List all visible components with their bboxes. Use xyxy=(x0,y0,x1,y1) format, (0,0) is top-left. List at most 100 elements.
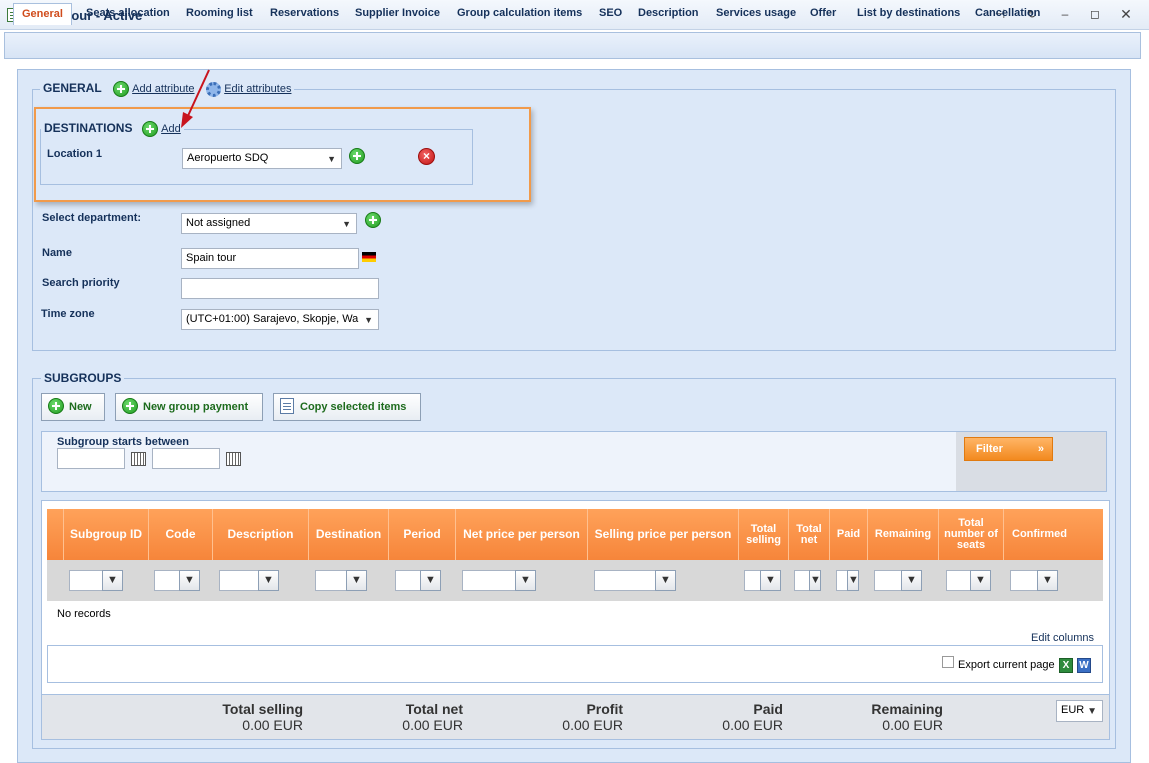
grid-filter-row xyxy=(47,560,1103,601)
general-title: GENERAL xyxy=(43,81,102,96)
language-flag-icon[interactable] xyxy=(362,252,376,262)
tab-reservations[interactable]: Reservations xyxy=(262,3,347,25)
tab-rooming-list[interactable]: Rooming list xyxy=(178,3,261,25)
total-net-value: 0.00 EUR xyxy=(402,717,463,733)
col-remaining[interactable]: Remaining xyxy=(867,509,938,560)
filter-input-net-price[interactable] xyxy=(462,570,516,591)
col-subgroup-id[interactable]: Subgroup ID xyxy=(63,509,148,560)
filter-input-total-net[interactable] xyxy=(794,570,810,591)
filter-input-remaining[interactable] xyxy=(874,570,902,591)
start-date-from-input[interactable] xyxy=(57,448,125,469)
tab-seats-allocation[interactable]: Seats allocation xyxy=(78,3,178,25)
filter-funnel-icon[interactable]: ▼ xyxy=(420,570,441,591)
filter-funnel-icon[interactable]: ▼ xyxy=(515,570,536,591)
calendar-icon[interactable] xyxy=(226,452,241,466)
maximize-icon[interactable]: ◻ xyxy=(1087,6,1103,22)
new-group-payment-label: New group payment xyxy=(143,401,249,413)
col-selling-price[interactable]: Selling price per person xyxy=(587,509,738,560)
new-button-label: New xyxy=(69,401,92,413)
total-net-label: Total net xyxy=(405,701,463,717)
close-icon[interactable]: ✕ xyxy=(1118,6,1134,22)
paid-value: 0.00 EUR xyxy=(722,717,783,733)
filter-funnel-icon[interactable]: ▼ xyxy=(102,570,123,591)
edit-columns-link[interactable]: Edit columns xyxy=(1031,632,1094,644)
filter-button-label: Filter xyxy=(976,443,1003,455)
filter-funnel-icon[interactable]: ▼ xyxy=(847,570,859,591)
add-icon[interactable] xyxy=(112,81,129,97)
filter-input-period[interactable] xyxy=(395,570,421,591)
plus-icon xyxy=(48,398,64,415)
filter-funnel-icon[interactable]: ▼ xyxy=(1037,570,1058,591)
filter-input-destination[interactable] xyxy=(315,570,347,591)
filter-funnel-icon[interactable]: ▼ xyxy=(760,570,781,591)
name-input[interactable]: Spain tour xyxy=(181,248,359,269)
filter-input-code[interactable] xyxy=(154,570,180,591)
new-button[interactable]: New xyxy=(41,393,105,421)
col-net-price[interactable]: Net price per person xyxy=(455,509,587,560)
paid-label: Paid xyxy=(753,701,783,717)
filter-funnel-icon[interactable]: ▼ xyxy=(970,570,991,591)
filter-funnel-icon[interactable]: ▼ xyxy=(655,570,676,591)
department-label: Select department: xyxy=(42,212,142,224)
col-confirmed[interactable]: Confirmed xyxy=(1003,509,1075,560)
new-group-payment-button[interactable]: New group payment xyxy=(115,393,263,421)
tab-cancellation[interactable]: Cancellation xyxy=(967,3,1048,25)
double-chevron-right-icon: » xyxy=(1037,443,1044,455)
tab-offer[interactable]: Offer xyxy=(802,3,844,25)
filter-funnel-icon[interactable]: ▼ xyxy=(258,570,279,591)
total-selling-label: Total selling xyxy=(222,701,303,717)
filter-button[interactable]: Filter » xyxy=(964,437,1053,461)
copy-selected-items-label: Copy selected items xyxy=(300,401,407,413)
export-current-page-checkbox[interactable] xyxy=(942,656,954,668)
add-department-icon[interactable] xyxy=(365,212,381,228)
col-period[interactable]: Period xyxy=(388,509,455,560)
subgroup-starts-label: Subgroup starts between xyxy=(57,436,190,448)
timezone-label: Time zone xyxy=(41,308,95,320)
tab-general[interactable]: General xyxy=(13,3,72,25)
timezone-select[interactable]: (UTC+01:00) Sarajevo, Skopje, Wa ▼ xyxy=(181,309,379,330)
calendar-icon[interactable] xyxy=(131,452,146,466)
copy-selected-items-button[interactable]: Copy selected items xyxy=(273,393,421,421)
tab-description[interactable]: Description xyxy=(630,3,707,25)
filter-funnel-icon[interactable]: ▼ xyxy=(809,570,821,591)
no-records-text: No records xyxy=(57,608,111,620)
filter-input-subgroup-id[interactable] xyxy=(69,570,103,591)
col-paid[interactable]: Paid xyxy=(829,509,867,560)
filter-funnel-icon[interactable]: ▼ xyxy=(901,570,922,591)
excel-export-icon[interactable]: X xyxy=(1059,658,1073,673)
col-total-seats[interactable]: Total number of seats xyxy=(938,509,1003,560)
col-destination[interactable]: Destination xyxy=(308,509,388,560)
annotation-arrow-icon xyxy=(181,69,210,128)
start-date-to-input[interactable] xyxy=(152,448,220,469)
department-select[interactable]: Not assigned ▼ xyxy=(181,213,357,234)
tab-supplier-invoice[interactable]: Supplier Invoice xyxy=(347,3,448,25)
tab-bar xyxy=(4,32,1141,59)
edit-attributes-link[interactable]: Edit attributes xyxy=(224,83,291,95)
col-total-net[interactable]: Total net xyxy=(788,509,829,560)
filter-funnel-icon[interactable]: ▼ xyxy=(179,570,200,591)
subgroups-title: SUBGROUPS xyxy=(41,371,125,385)
filter-funnel-icon[interactable]: ▼ xyxy=(346,570,367,591)
filter-input-total-seats[interactable] xyxy=(946,570,971,591)
col-code[interactable]: Code xyxy=(148,509,212,560)
col-description[interactable]: Description xyxy=(212,509,308,560)
tab-services-usage[interactable]: Services usage xyxy=(708,3,804,25)
minimize-icon[interactable]: – xyxy=(1057,6,1073,22)
filter-input-selling-price[interactable] xyxy=(594,570,656,591)
tab-list-by-destinations[interactable]: List by destinations xyxy=(849,3,968,25)
timezone-value: (UTC+01:00) Sarajevo, Skopje, Wa xyxy=(186,313,359,325)
filter-input-total-selling[interactable] xyxy=(744,570,761,591)
tab-seo[interactable]: SEO xyxy=(591,3,630,25)
copy-icon xyxy=(280,398,294,415)
department-value: Not assigned xyxy=(186,217,251,229)
tab-group-calculation-items[interactable]: Group calculation items xyxy=(449,3,590,25)
total-selling-value: 0.00 EUR xyxy=(242,717,303,733)
filter-input-confirmed[interactable] xyxy=(1010,570,1038,591)
word-export-icon[interactable]: W xyxy=(1077,658,1091,673)
filter-input-description[interactable] xyxy=(219,570,259,591)
general-legend: GENERAL Add attribute Edit attributes xyxy=(40,81,295,97)
search-priority-input[interactable] xyxy=(181,278,379,299)
col-total-selling[interactable]: Total selling xyxy=(738,509,788,560)
currency-select[interactable]: EUR ▼ xyxy=(1056,700,1103,722)
remaining-label: Remaining xyxy=(871,701,943,717)
